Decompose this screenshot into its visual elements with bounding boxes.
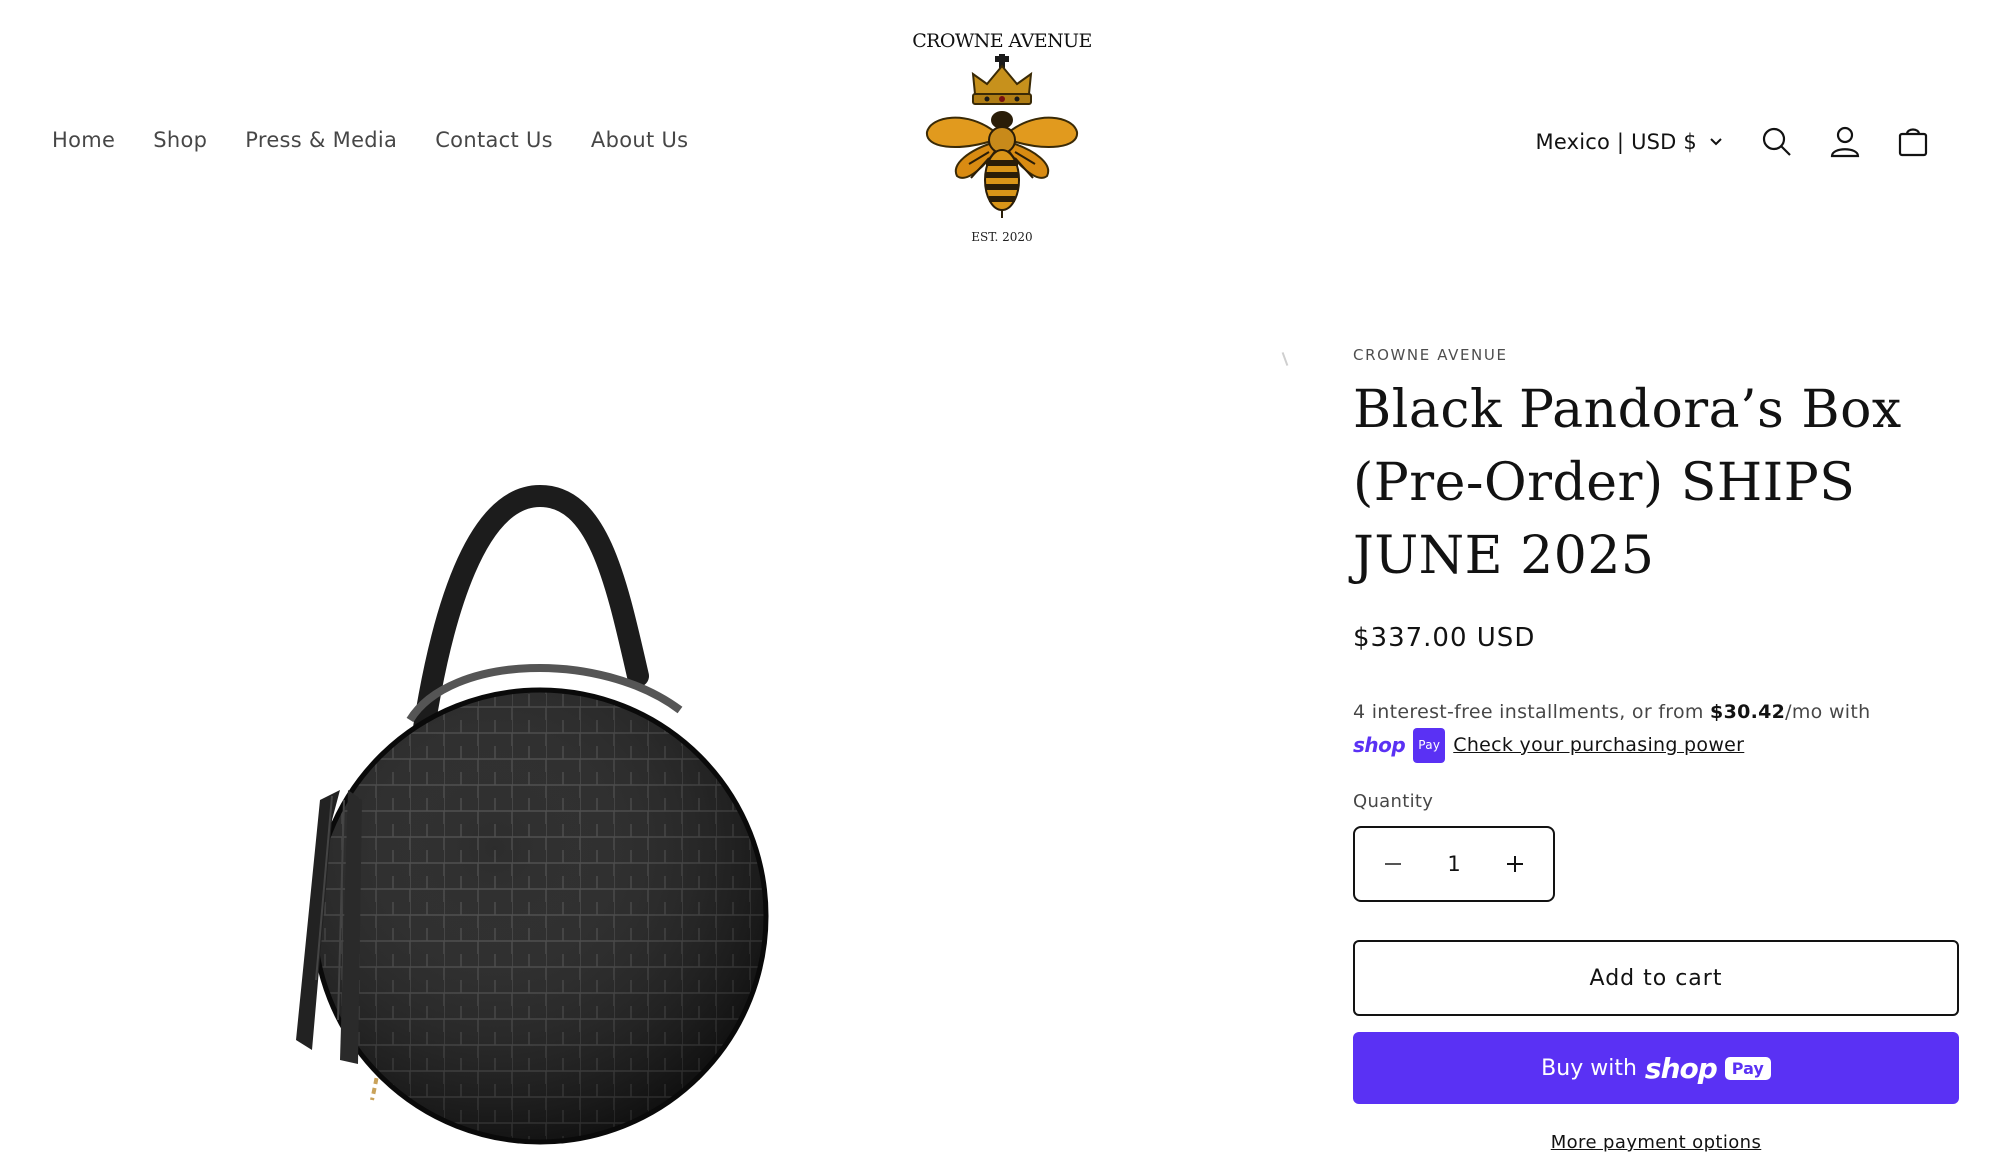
nav-home[interactable]: Home (52, 128, 115, 152)
buy-now-shop-logo: shop (1644, 1051, 1718, 1085)
product-image[interactable] (240, 460, 1080, 1174)
buy-with-shop-pay-button[interactable]: Buy with shop Pay (1353, 1032, 1959, 1104)
minus-icon (1385, 863, 1401, 865)
logo-title: CROWNE AVENUE (912, 30, 1092, 52)
round-black-handbag (296, 484, 769, 1145)
installments-banner: 4 interest-free installments, or from $3… (1353, 697, 1959, 763)
store-logo[interactable]: CROWNE AVENUE EST. 2020 (910, 30, 1094, 258)
nav-about-us[interactable]: About Us (591, 128, 688, 152)
quantity-stepper: 1 (1353, 826, 1555, 902)
main-nav: Home Shop Press & Media Contact Us About… (52, 128, 688, 152)
header-utilities: Mexico | USD $ (1536, 120, 1947, 164)
search-icon[interactable] (1743, 120, 1811, 164)
country-currency-selector[interactable]: Mexico | USD $ (1536, 130, 1723, 154)
shop-pay-badge: Pay (1413, 728, 1446, 763)
buy-now-prefix: Buy with (1541, 1055, 1637, 1081)
chevron-down-icon (1709, 137, 1723, 147)
check-purchasing-power-link[interactable]: Check your purchasing power (1453, 730, 1744, 761)
installments-amount: $30.42 (1710, 701, 1786, 723)
buy-now-pay-badge: Pay (1724, 1056, 1771, 1080)
product-price: $337.00 USD (1353, 623, 1536, 653)
quantity-increase-button[interactable] (1495, 844, 1535, 884)
installments-suffix: /mo with (1785, 701, 1871, 723)
crowned-bee-emblem (925, 54, 1079, 218)
product-info: CROWNE AVENUE Black Pandora’s Box (Pre-O… (1353, 346, 1959, 1153)
shop-pay-logo-text: shop (1353, 733, 1406, 757)
quantity-label: Quantity (1353, 791, 1434, 812)
nav-shop[interactable]: Shop (153, 128, 207, 152)
quantity-decrease-button[interactable] (1373, 844, 1413, 884)
plus-icon (1507, 856, 1523, 872)
crown-icon (971, 54, 1033, 105)
add-to-cart-button[interactable]: Add to cart (1353, 940, 1959, 1016)
media-separator-mark (1281, 352, 1289, 366)
nav-contact-us[interactable]: Contact Us (435, 128, 553, 152)
product-vendor: CROWNE AVENUE (1353, 346, 1508, 364)
installments-prefix: 4 interest-free installments, or from (1353, 701, 1711, 723)
nav-press-media[interactable]: Press & Media (245, 128, 397, 152)
more-payment-options-link[interactable]: More payment options (1353, 1132, 1959, 1153)
logo-est: EST. 2020 (971, 230, 1033, 244)
country-currency-label: Mexico | USD $ (1535, 130, 1697, 154)
cart-icon[interactable] (1879, 120, 1947, 164)
account-icon[interactable] (1811, 120, 1879, 164)
product-title: Black Pandora’s Box (Pre-Order) SHIPS JU… (1353, 380, 1902, 586)
quantity-input[interactable]: 1 (1447, 852, 1460, 876)
